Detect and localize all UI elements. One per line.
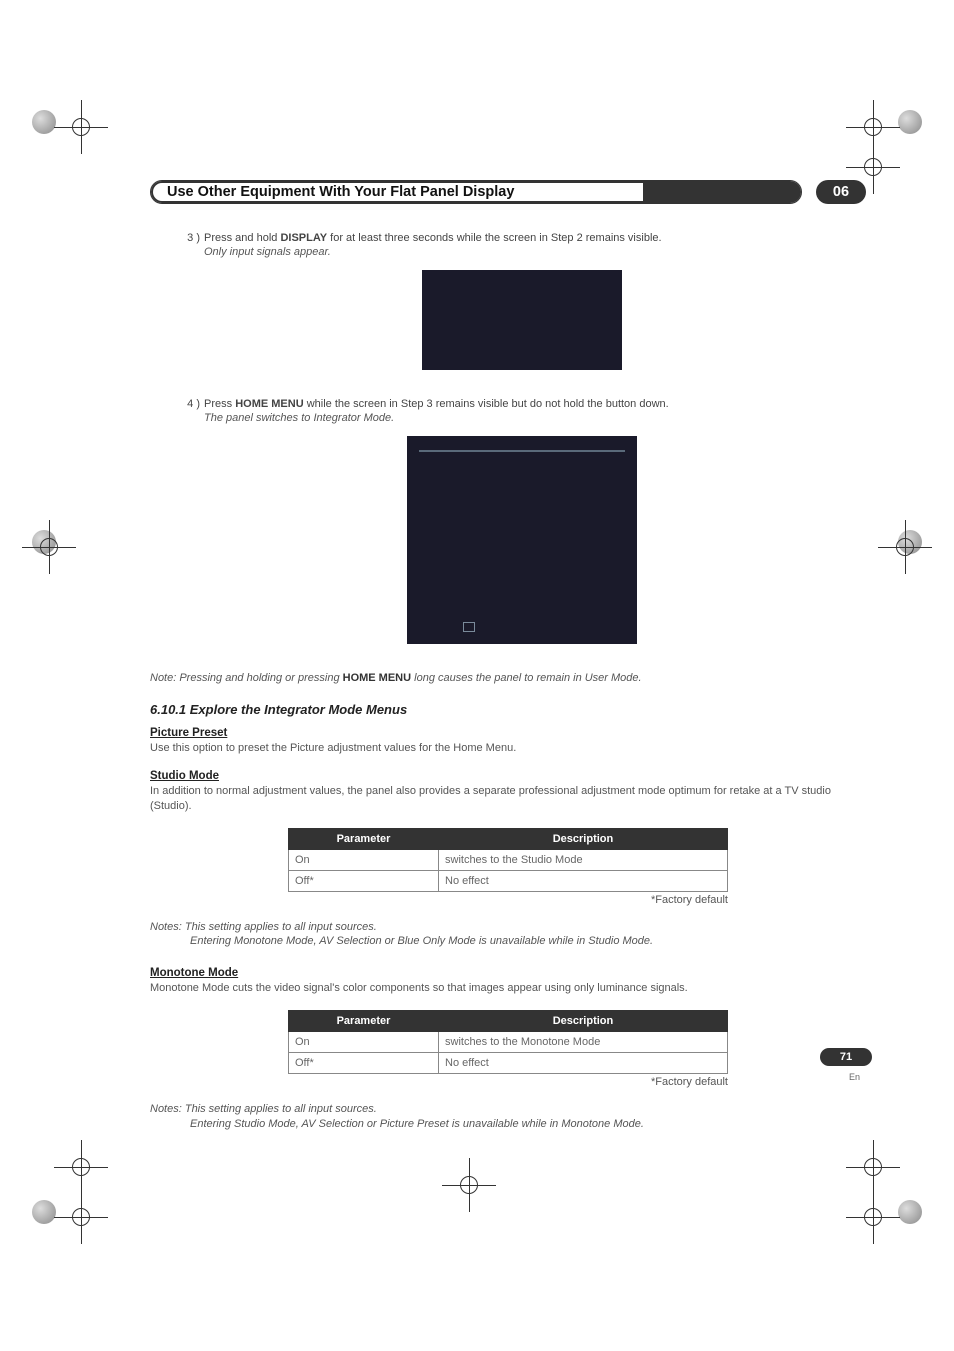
step-text: Press HOME MENU while the screen in Step… xyxy=(204,398,866,410)
page-language: En xyxy=(849,1072,860,1082)
studio-mode-notes: Notes: This setting applies to all input… xyxy=(150,920,866,950)
table-row: Off* No effect xyxy=(289,870,728,891)
col-description: Description xyxy=(439,828,728,849)
step-sub: The panel switches to Integrator Mode. xyxy=(204,412,866,424)
screenshot-step3 xyxy=(422,270,622,370)
table-row: Off* No effect xyxy=(289,1053,728,1074)
step-number: 4 ) xyxy=(178,398,200,410)
monotone-mode-body: Monotone Mode cuts the video signal's co… xyxy=(150,981,866,996)
col-parameter: Parameter xyxy=(289,828,439,849)
step-sub: Only input signals appear. xyxy=(204,246,866,258)
picture-preset-head: Picture Preset xyxy=(150,727,866,739)
chapter-number-pill: 06 xyxy=(816,180,866,204)
studio-mode-head: Studio Mode xyxy=(150,770,866,782)
step-text: Press and hold DISPLAY for at least thre… xyxy=(204,232,866,244)
page-number-pill: 71 xyxy=(820,1048,872,1066)
studio-mode-table: Parameter Description On switches to the… xyxy=(288,828,728,892)
chapter-title: Use Other Equipment With Your Flat Panel… xyxy=(151,184,514,200)
chapter-title-pill: Use Other Equipment With Your Flat Panel… xyxy=(150,180,802,204)
print-mark-dot xyxy=(32,1200,56,1224)
factory-default-note: *Factory default xyxy=(288,894,728,906)
step-3: 3 ) Press and hold DISPLAY for at least … xyxy=(178,232,866,258)
page-content: Use Other Equipment With Your Flat Panel… xyxy=(150,180,866,1150)
monotone-mode-notes: Notes: This setting applies to all input… xyxy=(150,1102,866,1132)
print-mark-dot xyxy=(32,110,56,134)
print-mark-dot xyxy=(898,1200,922,1224)
table-header-row: Parameter Description xyxy=(289,1011,728,1032)
step-number: 3 ) xyxy=(178,232,200,244)
table-header-row: Parameter Description xyxy=(289,828,728,849)
subsection-title: 6.10.1 Explore the Integrator Mode Menus xyxy=(150,702,866,717)
note-user-mode: Note: Pressing and holding or pressing H… xyxy=(150,672,866,684)
page-number: 71 xyxy=(840,1051,852,1063)
print-mark-dot xyxy=(898,110,922,134)
factory-default-note: *Factory default xyxy=(288,1076,728,1088)
step-4: 4 ) Press HOME MENU while the screen in … xyxy=(178,398,866,424)
screenshot-step4 xyxy=(407,436,637,644)
chapter-header: Use Other Equipment With Your Flat Panel… xyxy=(150,180,866,204)
monotone-mode-table: Parameter Description On switches to the… xyxy=(288,1010,728,1074)
studio-mode-body: In addition to normal adjustment values,… xyxy=(150,784,866,814)
table-row: On switches to the Studio Mode xyxy=(289,849,728,870)
col-description: Description xyxy=(439,1011,728,1032)
col-parameter: Parameter xyxy=(289,1011,439,1032)
chapter-number: 06 xyxy=(833,184,849,200)
picture-preset-body: Use this option to preset the Picture ad… xyxy=(150,741,866,756)
monotone-mode-head: Monotone Mode xyxy=(150,967,866,979)
table-row: On switches to the Monotone Mode xyxy=(289,1032,728,1053)
